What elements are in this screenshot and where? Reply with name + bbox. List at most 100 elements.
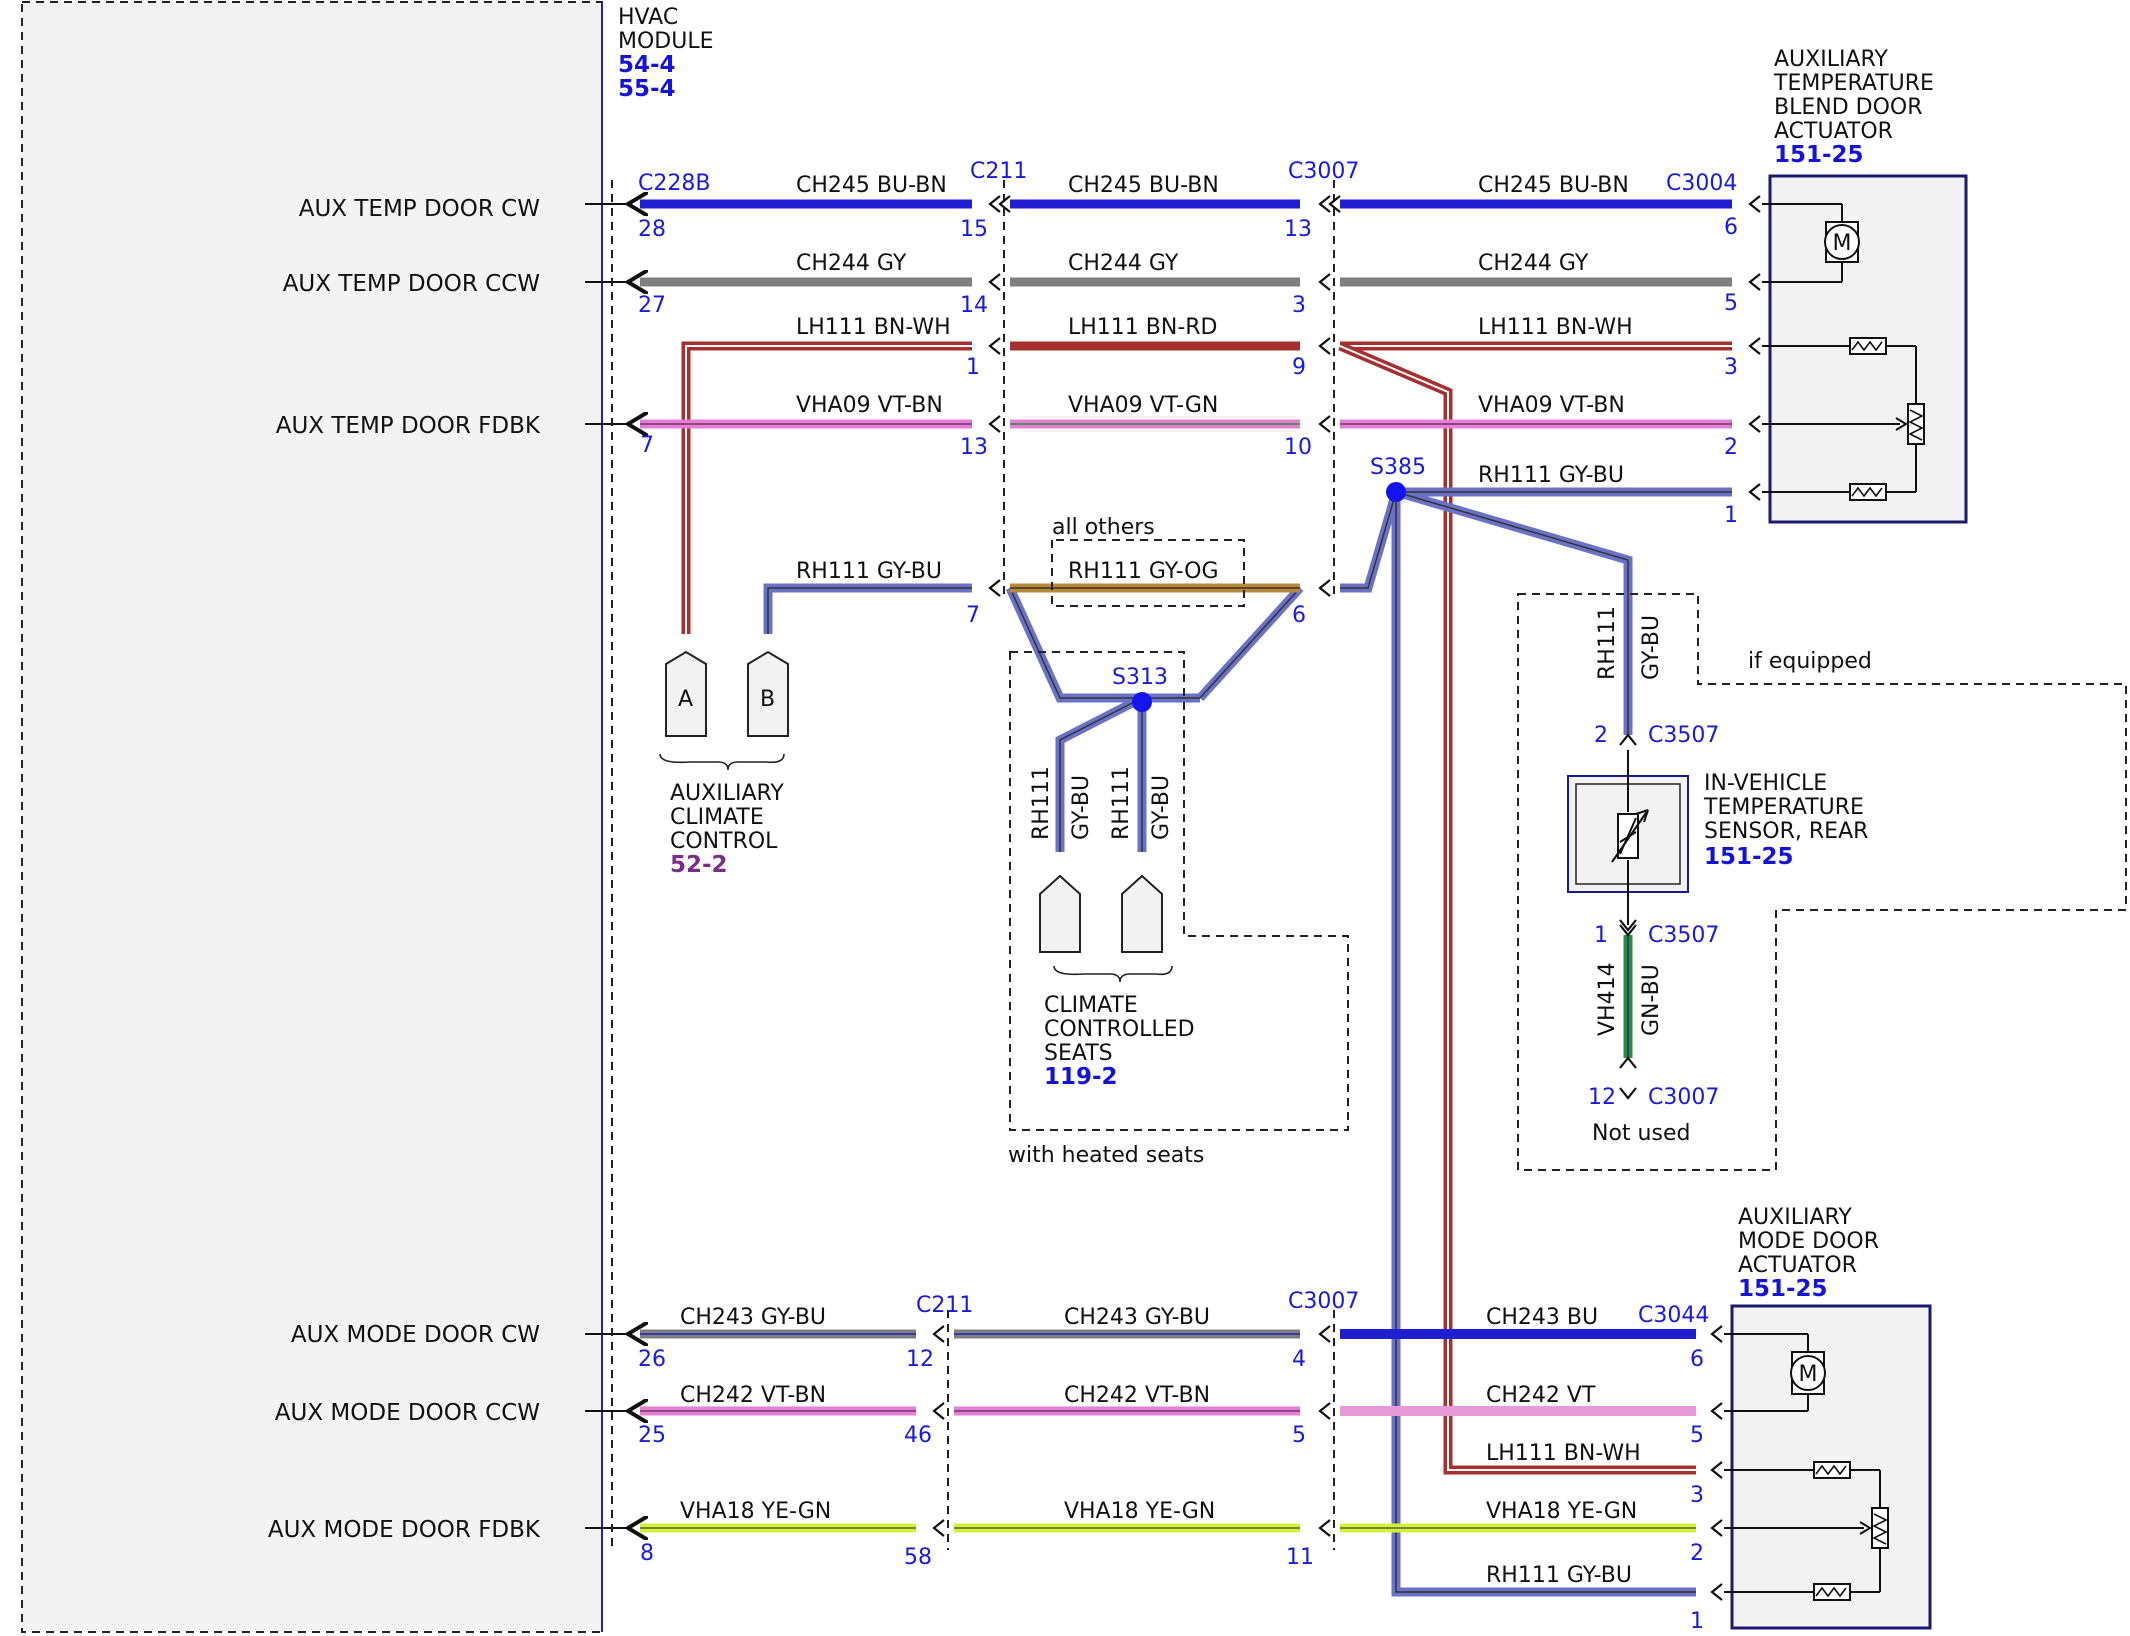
svg-text:28: 28 — [638, 217, 666, 242]
svg-text:RH111 GY-BU: RH111 GY-BU — [796, 559, 942, 584]
connector-c3507-bottom: C3507 — [1648, 923, 1719, 948]
signal-aux-mode-ccw: AUX MODE DOOR CCW — [275, 1400, 540, 1426]
seat-connector-1[interactable] — [1039, 874, 1081, 953]
note-all-others: all others — [1052, 515, 1155, 540]
svg-text:RH111 GY-BU: RH111 GY-BU — [1478, 463, 1624, 488]
splice-s313-label: S313 — [1112, 665, 1168, 690]
svg-text:CH245 BU-BN: CH245 BU-BN — [1478, 173, 1629, 198]
mode-actuator-title-2: MODE DOOR — [1738, 1229, 1879, 1254]
aux-climate-brace — [659, 753, 785, 771]
svg-text:LH111 BN-WH: LH111 BN-WH — [1486, 1441, 1641, 1466]
note-with-heated-seats: with heated seats — [1008, 1143, 1204, 1168]
svg-text:CH244 GY: CH244 GY — [1478, 251, 1589, 276]
svg-text:6: 6 — [1690, 1347, 1704, 1372]
svg-text:27: 27 — [638, 293, 666, 318]
svg-text:VHA09 VT-BN: VHA09 VT-BN — [1478, 393, 1625, 418]
svg-text:CH242 VT: CH242 VT — [1486, 1383, 1596, 1408]
note-if-equipped: if equipped — [1748, 649, 1872, 674]
signal-aux-temp-fdbk: AUX TEMP DOOR FDBK — [276, 413, 541, 439]
svg-text:VHA09 VT-GN: VHA09 VT-GN — [1068, 393, 1218, 418]
svg-text:10: 10 — [1284, 435, 1312, 460]
sensor-box[interactable] — [1567, 750, 1689, 925]
svg-text:VHA18 YE-GN: VHA18 YE-GN — [1064, 1499, 1215, 1524]
svg-text:B: B — [760, 687, 775, 712]
svg-text:2: 2 — [1690, 1541, 1704, 1566]
connector-c3007-bottom: C3007 — [1288, 1289, 1359, 1314]
svg-text:7: 7 — [966, 603, 980, 628]
svg-text:3: 3 — [1724, 355, 1738, 380]
svg-text:RH111: RH111 — [1595, 606, 1620, 680]
mode-actuator-ref[interactable]: 151-25 — [1738, 1276, 1828, 1302]
svg-text:1: 1 — [1724, 503, 1738, 528]
svg-text:VHA09 VT-BN: VHA09 VT-BN — [796, 393, 943, 418]
svg-text:CH244 GY: CH244 GY — [796, 251, 907, 276]
svg-text:CH245 BU-BN: CH245 BU-BN — [1068, 173, 1219, 198]
aux-climate-pin-b[interactable]: B — [747, 650, 789, 737]
aux-climate-ref[interactable]: 52-2 — [670, 852, 728, 878]
svg-text:GY-BU: GY-BU — [1639, 615, 1664, 680]
connector-c3044: C3044 — [1638, 1303, 1709, 1328]
svg-text:A: A — [678, 687, 693, 712]
svg-text:LH111 BN-RD: LH111 BN-RD — [1068, 315, 1218, 340]
svg-text:VHA18 YE-GN: VHA18 YE-GN — [680, 1499, 831, 1524]
svg-text:14: 14 — [960, 293, 988, 318]
splice-s313[interactable] — [1132, 692, 1152, 712]
svg-text:VHA18 YE-GN: VHA18 YE-GN — [1486, 1499, 1637, 1524]
seat-connector-2[interactable] — [1121, 874, 1163, 953]
svg-text:12: 12 — [1588, 1085, 1616, 1110]
connector-c211-top: C211 — [970, 159, 1027, 184]
sensor-title-2: TEMPERATURE — [1703, 795, 1864, 820]
mode-actuator-box[interactable]: M — [1724, 1304, 1932, 1630]
svg-text:5: 5 — [1292, 1423, 1306, 1448]
connector-c228b: C228B — [638, 171, 710, 196]
svg-text:5: 5 — [1690, 1423, 1704, 1448]
svg-text:CH243 GY-BU: CH243 GY-BU — [680, 1305, 826, 1330]
svg-text:26: 26 — [638, 1347, 666, 1372]
hvac-module-box — [21, 1, 603, 1633]
hvac-module-title-2: MODULE — [618, 29, 714, 54]
svg-text:CH244 GY: CH244 GY — [1068, 251, 1179, 276]
svg-text:6: 6 — [1724, 215, 1738, 240]
seats-ref[interactable]: 119-2 — [1044, 1064, 1118, 1090]
svg-text:2: 2 — [1724, 435, 1738, 460]
connector-c3007-notused: C3007 — [1648, 1085, 1719, 1110]
svg-text:2: 2 — [1594, 723, 1608, 748]
hvac-module-title-1: HVAC — [618, 5, 678, 30]
splice-s385-label: S385 — [1370, 455, 1426, 480]
connector-c3007-top: C3007 — [1288, 159, 1359, 184]
svg-text:1: 1 — [1594, 923, 1608, 948]
svg-text:7: 7 — [640, 433, 654, 458]
temp-actuator-ref[interactable]: 151-25 — [1774, 142, 1864, 168]
signal-aux-mode-cw: AUX MODE DOOR CW — [291, 1322, 540, 1348]
svg-text:11: 11 — [1286, 1545, 1314, 1570]
temp-actuator-box[interactable]: M — [1762, 174, 1968, 524]
svg-text:RH111: RH111 — [1029, 766, 1054, 840]
seats-title-3: SEATS — [1044, 1041, 1113, 1066]
svg-text:RH111 GY-BU: RH111 GY-BU — [1486, 1563, 1632, 1588]
sensor-title-1: IN-VEHICLE — [1704, 771, 1827, 796]
svg-text:RH111: RH111 — [1109, 766, 1134, 840]
svg-text:CH245 BU-BN: CH245 BU-BN — [796, 173, 947, 198]
sensor-ref[interactable]: 151-25 — [1704, 844, 1794, 870]
svg-text:CH243 BU: CH243 BU — [1486, 1305, 1598, 1330]
svg-text:M: M — [1799, 1362, 1818, 1387]
splice-s385[interactable] — [1386, 482, 1406, 502]
svg-text:LH111 BN-WH: LH111 BN-WH — [1478, 315, 1633, 340]
svg-text:VH414: VH414 — [1595, 962, 1620, 1036]
aux-climate-pin-a[interactable]: A — [665, 650, 707, 737]
hvac-module-ref-2[interactable]: 55-4 — [618, 76, 676, 102]
signal-aux-temp-ccw: AUX TEMP DOOR CCW — [283, 271, 540, 297]
svg-text:3: 3 — [1292, 293, 1306, 318]
seats-brace — [1053, 965, 1173, 983]
wire-lh111[interactable] — [681, 341, 1732, 1475]
hvac-module-ref-1[interactable]: 54-4 — [618, 52, 676, 78]
aux-climate-title-3: CONTROL — [670, 829, 778, 854]
seats-title-1: CLIMATE — [1044, 993, 1138, 1018]
svg-text:GN-BU: GN-BU — [1639, 964, 1664, 1036]
svg-text:1: 1 — [1690, 1609, 1704, 1634]
temp-actuator-title-1: AUXILIARY — [1774, 47, 1888, 72]
aux-climate-title-2: CLIMATE — [670, 805, 764, 830]
svg-text:CH242 VT-BN: CH242 VT-BN — [680, 1383, 826, 1408]
svg-text:58: 58 — [904, 1545, 932, 1570]
note-not-used: Not used — [1592, 1121, 1690, 1146]
